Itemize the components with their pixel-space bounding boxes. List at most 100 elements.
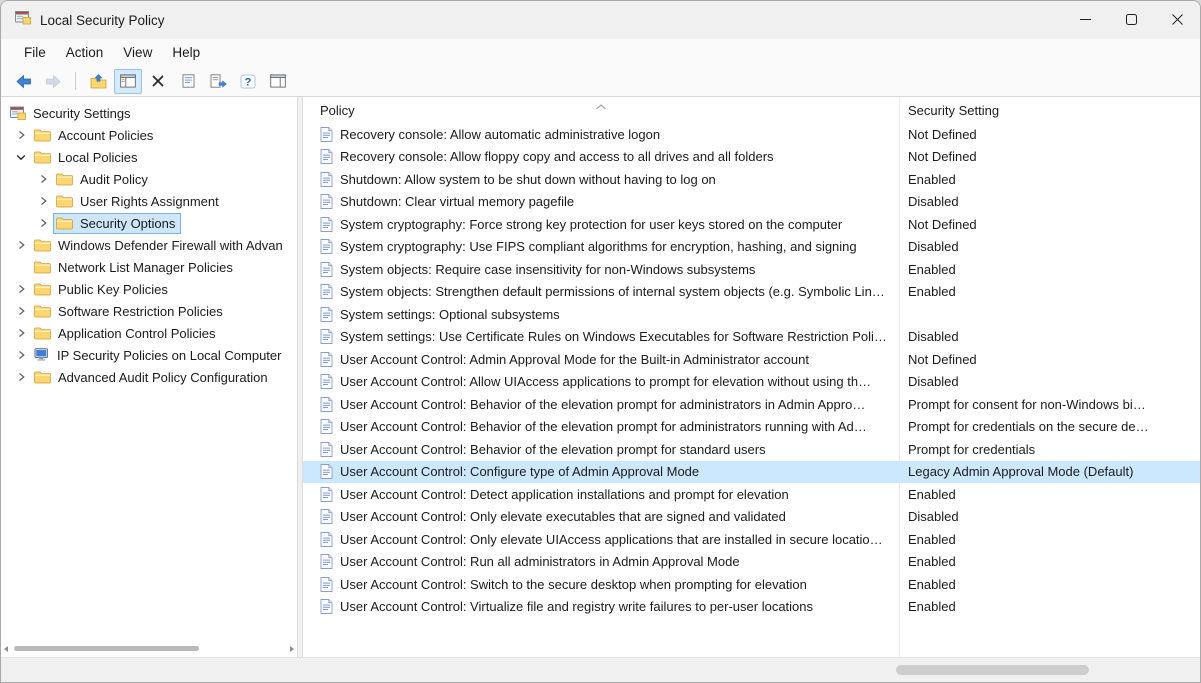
policy-row-system-objects-require-case-insensitivity-for-non-[interactable]: System objects: Require case insensitivi…: [303, 258, 1200, 281]
policy-row-user-account-control-allow-uiaccess-applications-t[interactable]: User Account Control: Allow UIAccess app…: [303, 371, 1200, 394]
policy-doc-icon: [320, 329, 333, 344]
tree-item-local-policies[interactable]: Local Policies: [1, 146, 297, 168]
folder-icon: [56, 173, 73, 186]
policy-doc-icon: [320, 127, 333, 142]
policy-row-user-account-control-run-all-administrators-in-adm[interactable]: User Account Control: Run all administra…: [303, 551, 1200, 574]
tree-item-network-list-manager-policies[interactable]: Network List Manager Policies: [1, 256, 297, 278]
tree-item-advanced-audit-policy-configuration[interactable]: Advanced Audit Policy Configuration: [1, 366, 297, 388]
chevron-right-icon[interactable]: [11, 130, 31, 140]
help-icon: ?: [240, 74, 256, 89]
menu-action[interactable]: Action: [56, 41, 114, 64]
chevron-right-icon[interactable]: [11, 372, 31, 382]
tree-item-application-control-policies[interactable]: Application Control Policies: [1, 322, 297, 344]
policy-doc-icon: [320, 599, 333, 614]
tree-item-security-options[interactable]: Security Options: [1, 212, 297, 234]
policy-row-system-settings-optional-subsystems[interactable]: System settings: Optional subsystems: [303, 303, 1200, 326]
column-header-security-setting[interactable]: Security Setting: [899, 103, 1200, 123]
folder-icon: [34, 327, 51, 340]
menu-view[interactable]: View: [113, 41, 162, 64]
chevron-down-icon[interactable]: [11, 153, 31, 162]
policy-row-shutdown-clear-virtual-memory-pagefile[interactable]: Shutdown: Clear virtual memory pagefileD…: [303, 191, 1200, 214]
tree-item-security-settings[interactable]: Security Settings: [1, 102, 297, 124]
policy-row-recovery-console-allow-floppy-copy-and-access-to-a[interactable]: Recovery console: Allow floppy copy and …: [303, 146, 1200, 169]
policy-doc-icon: [320, 284, 333, 299]
policy-row-system-settings-use-certificate-rules-on-windows-e[interactable]: System settings: Use Certificate Rules o…: [303, 326, 1200, 349]
action-pane-icon: [270, 74, 286, 88]
policy-row-user-account-control-detect-application-installati[interactable]: User Account Control: Detect application…: [303, 483, 1200, 506]
chevron-right-icon[interactable]: [11, 284, 31, 294]
policy-row-user-account-control-behavior-of-the-elevation-pro[interactable]: User Account Control: Behavior of the el…: [303, 438, 1200, 461]
list-horizontal-scrollbar[interactable]: [1, 657, 1200, 682]
policy-row-user-account-control-behavior-of-the-elevation-pro[interactable]: User Account Control: Behavior of the el…: [303, 416, 1200, 439]
tree-item-ip-security-policies-on-local-computer[interactable]: IP Security Policies on Local Computer: [1, 344, 297, 366]
up-one-level-button[interactable]: [84, 69, 112, 94]
show-hide-console-tree-button[interactable]: [114, 69, 142, 94]
policy-list: Recovery console: Allow automatic admini…: [303, 123, 1200, 657]
help-button[interactable]: ?: [234, 69, 262, 94]
folder-icon: [34, 283, 51, 296]
policy-doc-icon: [320, 464, 333, 479]
policy-row-user-account-control-switch-to-the-secure-desktop-[interactable]: User Account Control: Switch to the secu…: [303, 573, 1200, 596]
policy-doc-icon: [320, 194, 333, 209]
properties-button[interactable]: [174, 69, 202, 94]
policy-row-system-cryptography-force-strong-key-protection-fo[interactable]: System cryptography: Force strong key pr…: [303, 213, 1200, 236]
delete-button[interactable]: [144, 69, 172, 94]
chevron-right-icon[interactable]: [11, 240, 31, 250]
policy-row-user-account-control-behavior-of-the-elevation-pro[interactable]: User Account Control: Behavior of the el…: [303, 393, 1200, 416]
svg-text:?: ?: [245, 76, 252, 88]
close-button[interactable]: [1154, 1, 1200, 39]
back-button[interactable]: [9, 69, 37, 94]
policy-row-user-account-control-only-elevate-uiaccess-applica[interactable]: User Account Control: Only elevate UIAcc…: [303, 528, 1200, 551]
main-area: Security SettingsAccount PoliciesLocal P…: [1, 97, 1200, 657]
column-header-policy[interactable]: Policy: [303, 103, 899, 123]
policy-doc-icon: [320, 532, 333, 547]
folder-icon: [56, 217, 73, 230]
scrollbar-track[interactable]: [12, 642, 286, 655]
chevron-right-icon[interactable]: [33, 174, 53, 184]
policy-row-system-cryptography-use-fips-compliant-algorithms-[interactable]: System cryptography: Use FIPS compliant …: [303, 236, 1200, 259]
console-tree-icon: [120, 74, 136, 88]
forward-button[interactable]: [39, 69, 67, 94]
show-hide-action-pane-button[interactable]: [264, 69, 292, 94]
policy-row-shutdown-allow-system-to-be-shut-down-without-havi[interactable]: Shutdown: Allow system to be shut down w…: [303, 168, 1200, 191]
scrollbar-thumb[interactable]: [14, 646, 199, 651]
policy-row-recovery-console-allow-automatic-administrative-lo[interactable]: Recovery console: Allow automatic admini…: [303, 123, 1200, 146]
policy-doc-icon: [320, 374, 333, 389]
maximize-button[interactable]: [1108, 1, 1154, 39]
policy-doc-icon: [320, 509, 333, 524]
policy-row-system-objects-strengthen-default-permissions-of-i[interactable]: System objects: Strengthen default permi…: [303, 281, 1200, 304]
delete-x-icon: [152, 75, 164, 87]
policy-row-user-account-control-only-elevate-executables-that[interactable]: User Account Control: Only elevate execu…: [303, 506, 1200, 529]
scrollbar-thumb[interactable]: [896, 665, 1089, 675]
menu-file[interactable]: File: [14, 41, 56, 64]
scroll-right-arrow-icon[interactable]: [290, 646, 294, 652]
window-controls: [1062, 1, 1200, 39]
properties-icon: [182, 74, 195, 88]
scroll-left-arrow-icon[interactable]: [4, 646, 8, 652]
chevron-right-icon[interactable]: [11, 328, 31, 338]
policy-row-user-account-control-virtualize-file-and-registry-[interactable]: User Account Control: Virtualize file an…: [303, 596, 1200, 619]
chevron-right-icon[interactable]: [33, 218, 53, 228]
chevron-right-icon[interactable]: [11, 306, 31, 316]
policy-doc-icon: [320, 487, 333, 502]
tree-item-software-restriction-policies[interactable]: Software Restriction Policies: [1, 300, 297, 322]
menu-bar: FileActionViewHelp: [1, 39, 1200, 66]
tree-item-windows-defender-firewall-with-advan[interactable]: Windows Defender Firewall with Advan: [1, 234, 297, 256]
policy-row-user-account-control-admin-approval-mode-for-the-b[interactable]: User Account Control: Admin Approval Mod…: [303, 348, 1200, 371]
tree-item-audit-policy[interactable]: Audit Policy: [1, 168, 297, 190]
title-bar[interactable]: Local Security Policy: [1, 1, 1200, 39]
export-list-button[interactable]: [204, 69, 232, 94]
chevron-right-icon[interactable]: [11, 350, 31, 360]
tree-item-user-rights-assignment[interactable]: User Rights Assignment: [1, 190, 297, 212]
tree-item-public-key-policies[interactable]: Public Key Policies: [1, 278, 297, 300]
tree-horizontal-scrollbar[interactable]: [4, 642, 294, 655]
menu-help[interactable]: Help: [162, 41, 210, 64]
window-title: Local Security Policy: [40, 13, 165, 28]
policy-doc-icon: [320, 397, 333, 412]
tree-item-account-policies[interactable]: Account Policies: [1, 124, 297, 146]
minimize-button[interactable]: [1062, 1, 1108, 39]
chevron-right-icon[interactable]: [33, 196, 53, 206]
policy-doc-icon: [320, 442, 333, 457]
policy-doc-icon: [320, 554, 333, 569]
policy-row-user-account-control-configure-type-of-admin-appro[interactable]: User Account Control: Configure type of …: [303, 461, 1200, 484]
